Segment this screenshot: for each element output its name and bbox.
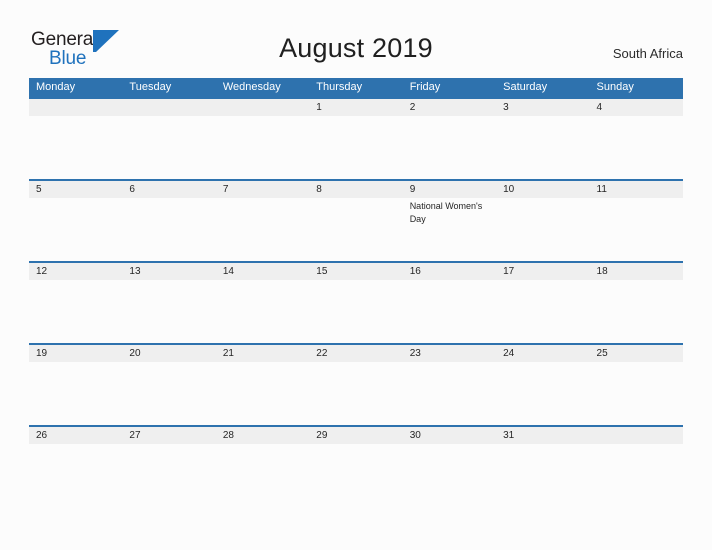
day-cell[interactable] bbox=[122, 116, 215, 179]
day-cell[interactable] bbox=[590, 116, 683, 179]
day-cell[interactable] bbox=[216, 444, 309, 507]
day-number: 29 bbox=[316, 430, 328, 441]
day-number: 10 bbox=[503, 184, 515, 195]
day-number: 3 bbox=[503, 102, 509, 113]
day-number: 24 bbox=[503, 348, 515, 359]
day-cell[interactable] bbox=[496, 362, 589, 425]
day-cell[interactable] bbox=[590, 198, 683, 261]
day-number: 6 bbox=[129, 184, 135, 195]
day-number: 15 bbox=[316, 266, 328, 277]
day-number bbox=[122, 99, 215, 116]
week-date-band: 26 27 28 29 30 31 bbox=[29, 427, 683, 444]
region-label: South Africa bbox=[612, 46, 683, 61]
day-event: National Women's Day bbox=[409, 201, 483, 224]
day-number bbox=[216, 99, 309, 116]
day-number: 16 bbox=[409, 266, 421, 277]
day-number: 17 bbox=[503, 266, 515, 277]
week-date-band: 1 2 3 4 bbox=[29, 99, 683, 116]
day-cell[interactable] bbox=[309, 198, 402, 261]
day-cell[interactable] bbox=[29, 444, 122, 507]
day-number: 31 bbox=[503, 430, 515, 441]
weekday-tuesday: Tuesday bbox=[129, 81, 172, 93]
calendar-week-row: 12 13 14 15 16 17 18 bbox=[29, 261, 683, 343]
day-number bbox=[29, 99, 122, 116]
day-number: 2 bbox=[409, 102, 416, 113]
page-header: General Blue August 2019 South Africa bbox=[0, 0, 712, 78]
calendar-grid: Monday Tuesday Wednesday Thursday Friday… bbox=[29, 78, 683, 507]
day-number: 18 bbox=[596, 266, 608, 277]
day-cell-holiday[interactable]: National Women's Day bbox=[403, 198, 496, 261]
day-cell[interactable] bbox=[309, 116, 402, 179]
day-cell[interactable] bbox=[122, 362, 215, 425]
week-date-band: 5 6 7 8 9 10 11 bbox=[29, 181, 683, 198]
week-date-band: 19 20 21 22 23 24 25 bbox=[29, 345, 683, 362]
day-number: 23 bbox=[409, 348, 421, 359]
weekday-header-row: Monday Tuesday Wednesday Thursday Friday… bbox=[29, 78, 683, 97]
week-body: National Women's Day bbox=[29, 198, 683, 261]
day-cell[interactable] bbox=[29, 116, 122, 179]
day-cell[interactable] bbox=[590, 444, 683, 507]
week-body bbox=[29, 444, 683, 507]
calendar-week-row: 5 6 7 8 9 10 11 National Women's Day bbox=[29, 179, 683, 261]
week-body bbox=[29, 280, 683, 343]
day-number: 20 bbox=[129, 348, 141, 359]
day-cell[interactable] bbox=[122, 280, 215, 343]
day-number: 22 bbox=[316, 348, 328, 359]
day-cell[interactable] bbox=[496, 198, 589, 261]
day-cell[interactable] bbox=[29, 280, 122, 343]
calendar-week-row: 1 2 3 4 bbox=[29, 97, 683, 179]
day-cell[interactable] bbox=[309, 444, 402, 507]
calendar-week-row: 19 20 21 22 23 24 25 bbox=[29, 343, 683, 425]
day-number: 30 bbox=[409, 430, 421, 441]
weekday-wednesday: Wednesday bbox=[222, 81, 281, 93]
day-number: 8 bbox=[316, 184, 322, 195]
weekday-saturday: Saturday bbox=[503, 81, 548, 93]
day-cell[interactable] bbox=[122, 444, 215, 507]
weekday-sunday: Sunday bbox=[596, 81, 634, 93]
day-number: 19 bbox=[36, 348, 48, 359]
day-number: 9 bbox=[409, 184, 416, 195]
day-cell[interactable] bbox=[590, 362, 683, 425]
day-cell[interactable] bbox=[309, 362, 402, 425]
day-number: 12 bbox=[36, 266, 48, 277]
day-number bbox=[590, 427, 683, 444]
day-number: 21 bbox=[222, 348, 234, 359]
week-date-band: 12 13 14 15 16 17 18 bbox=[29, 263, 683, 280]
day-number: 4 bbox=[596, 102, 603, 113]
day-cell[interactable] bbox=[216, 362, 309, 425]
calendar-week-row: 26 27 28 29 30 31 bbox=[29, 425, 683, 507]
calendar-page: General Blue August 2019 South Africa Mo… bbox=[0, 0, 712, 550]
weekday-friday: Friday bbox=[409, 81, 441, 93]
week-body bbox=[29, 116, 683, 179]
day-cell[interactable] bbox=[29, 198, 122, 261]
day-cell[interactable] bbox=[122, 198, 215, 261]
day-cell[interactable] bbox=[216, 116, 309, 179]
day-number: 11 bbox=[596, 184, 607, 195]
day-cell[interactable] bbox=[403, 362, 496, 425]
day-cell[interactable] bbox=[403, 444, 496, 507]
day-number: 7 bbox=[222, 184, 229, 195]
page-title: August 2019 bbox=[279, 33, 433, 63]
day-number: 1 bbox=[316, 102, 322, 113]
day-cell[interactable] bbox=[309, 280, 402, 343]
weekday-monday: Monday bbox=[36, 81, 76, 93]
day-number: 27 bbox=[129, 430, 141, 441]
day-cell[interactable] bbox=[403, 116, 496, 179]
day-number: 25 bbox=[596, 348, 608, 359]
day-cell[interactable] bbox=[29, 362, 122, 425]
day-number: 5 bbox=[36, 184, 42, 195]
day-number: 14 bbox=[222, 266, 234, 277]
day-cell[interactable] bbox=[216, 198, 309, 261]
week-body bbox=[29, 362, 683, 425]
day-cell[interactable] bbox=[590, 280, 683, 343]
day-cell[interactable] bbox=[496, 280, 589, 343]
day-number: 28 bbox=[222, 430, 234, 441]
day-number: 13 bbox=[129, 266, 141, 277]
day-cell[interactable] bbox=[216, 280, 309, 343]
day-cell[interactable] bbox=[496, 116, 589, 179]
day-cell[interactable] bbox=[403, 280, 496, 343]
day-cell[interactable] bbox=[496, 444, 589, 507]
day-number: 26 bbox=[36, 430, 48, 441]
weekday-thursday: Thursday bbox=[316, 81, 363, 93]
